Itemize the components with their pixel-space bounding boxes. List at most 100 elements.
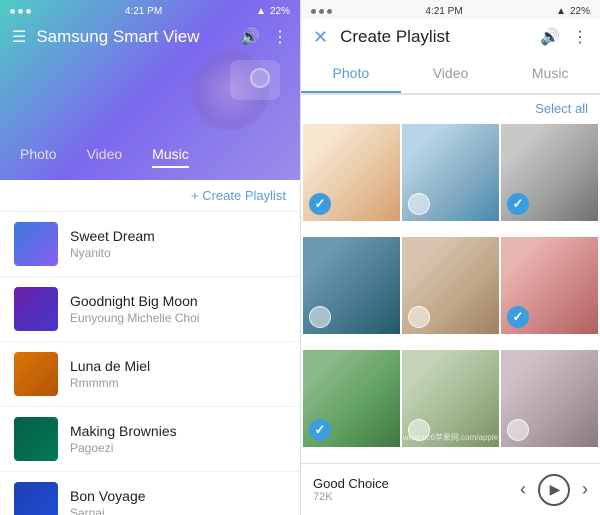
check-badge-unselected [309,306,331,328]
left-status-right: ▲ 22% [256,6,290,17]
song-thumbnail [14,482,58,515]
right-tabs: Photo Video Music [301,55,600,94]
right-tab-music[interactable]: Music [500,55,600,93]
check-badge: ✓ [309,419,331,441]
photo-cell[interactable] [402,237,499,334]
left-wifi-icon: ▲ [256,6,266,17]
check-badge-unselected [408,306,430,328]
song-artist: Pagoezi [70,441,286,455]
right-tab-photo[interactable]: Photo [301,55,401,93]
right-battery: 22% [570,6,590,17]
create-playlist-button[interactable]: + Create Playlist [191,188,286,203]
right-more-icon[interactable]: ⋮ [572,27,588,47]
signal-dot-2 [18,9,23,14]
select-all-row: Select all [301,95,600,122]
player-song-title: Good Choice [313,476,512,491]
signal-dot-1 [10,9,15,14]
select-all-button[interactable]: Select all [535,101,588,116]
photo-cell[interactable]: ✓ [303,350,400,447]
song-thumbnail [14,352,58,396]
photo-cell[interactable] [501,350,598,447]
song-info: Sweet Dream Nyanito [70,228,286,260]
left-status-bar: 4:21 PM ▲ 22% [0,0,300,19]
song-artist: Eunyoung Michelle Choi [70,311,286,325]
player-bar: Good Choice 72K ‹ ▶ › [301,463,600,515]
check-badge: ✓ [507,306,529,328]
check-badge-unselected [507,419,529,441]
play-button[interactable]: ▶ [538,474,570,506]
create-playlist-row: + Create Playlist [0,180,300,212]
left-header: 4:21 PM ▲ 22% ☰ Samsung Smart View 🔊 ⋮ P… [0,0,300,180]
thumb-image [14,352,58,396]
next-button[interactable]: › [582,479,588,500]
photo-cell[interactable] [402,124,499,221]
list-item[interactable]: Making Brownies Pagoezi [0,407,300,472]
right-tab-video[interactable]: Video [401,55,501,93]
status-left [10,9,31,14]
more-icon[interactable]: ⋮ [272,27,288,47]
check-badge: ✓ [507,193,529,215]
list-item[interactable]: Goodnight Big Moon Eunyoung Michelle Cho… [0,277,300,342]
song-info: Luna de Miel Rmmmm [70,358,286,390]
list-item[interactable]: Luna de Miel Rmmmm [0,342,300,407]
right-nav-icons: 🔊 ⋮ [540,27,588,47]
prev-button[interactable]: ‹ [520,479,526,500]
left-battery: 22% [270,6,290,17]
photo-cell[interactable]: ✓ [501,124,598,221]
signal-dot-3 [26,9,31,14]
right-status-dots [311,9,332,14]
thumb-image [14,482,58,515]
left-time: 4:21 PM [125,6,162,17]
hamburger-icon[interactable]: ☰ [12,27,26,47]
right-nav: ✕ Create Playlist 🔊 ⋮ [301,19,600,55]
song-thumbnail [14,287,58,331]
app-title: Samsung Smart View [36,27,230,47]
song-title: Goodnight Big Moon [70,293,286,309]
music-list: Sweet Dream Nyanito Goodnight Big Moon E… [0,212,300,515]
left-tab-music[interactable]: Music [152,146,189,168]
check-badge: ✓ [309,193,331,215]
left-nav: ☰ Samsung Smart View 🔊 ⋮ [0,19,300,55]
left-panel: 4:21 PM ▲ 22% ☰ Samsung Smart View 🔊 ⋮ P… [0,0,300,515]
right-status-bar: 4:21 PM ▲ 22% [301,0,600,19]
right-time: 4:21 PM [425,6,462,17]
photo-cell[interactable] [303,237,400,334]
song-title: Sweet Dream [70,228,286,244]
song-info: Goodnight Big Moon Eunyoung Michelle Cho… [70,293,286,325]
song-info: Bon Voyage Sarnai [70,488,286,515]
right-panel: 4:21 PM ▲ 22% ✕ Create Playlist 🔊 ⋮ Phot… [300,0,600,515]
player-info: Good Choice 72K [313,476,512,503]
thumb-image [14,222,58,266]
right-header: 4:21 PM ▲ 22% ✕ Create Playlist 🔊 ⋮ Phot… [301,0,600,95]
right-status-icons: ▲ 22% [556,6,590,17]
right-volume-icon[interactable]: 🔊 [540,27,560,47]
check-badge-unselected [408,193,430,215]
list-item[interactable]: Bon Voyage Sarnai [0,472,300,515]
song-title: Making Brownies [70,423,286,439]
song-title: Bon Voyage [70,488,286,504]
photo-cell[interactable]: www.pc6苹果网.com/apple [402,350,499,447]
left-nav-icons: 🔊 ⋮ [240,27,288,47]
song-title: Luna de Miel [70,358,286,374]
song-artist: Sarnai [70,506,286,515]
r-dot-1 [311,9,316,14]
watermark: www.pc6苹果网.com/apple [403,432,498,443]
camera-lens-decoration [250,68,270,88]
song-thumbnail [14,222,58,266]
photo-grid: ✓ ✓ ✓ ✓ www.pc6苹果网. [301,122,600,463]
close-button[interactable]: ✕ [313,28,328,46]
list-item[interactable]: Sweet Dream Nyanito [0,212,300,277]
thumb-image [14,417,58,461]
left-tab-photo[interactable]: Photo [20,146,57,168]
volume-icon[interactable]: 🔊 [240,27,260,47]
player-controls: ‹ ▶ › [520,474,588,506]
left-tab-video[interactable]: Video [87,146,123,168]
r-dot-2 [319,9,324,14]
photo-cell[interactable]: ✓ [303,124,400,221]
left-tabs: Photo Video Music [0,146,300,180]
song-artist: Nyanito [70,246,286,260]
photo-cell[interactable]: ✓ [501,237,598,334]
play-icon: ▶ [550,481,561,498]
song-info: Making Brownies Pagoezi [70,423,286,455]
player-song-size: 72K [313,491,512,503]
